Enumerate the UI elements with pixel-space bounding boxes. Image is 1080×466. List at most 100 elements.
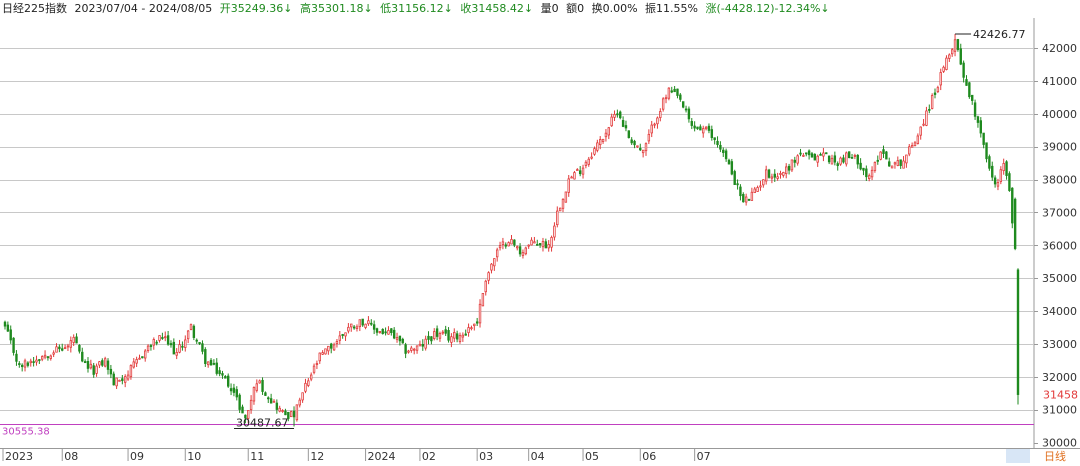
candle [733,169,736,185]
candle-body [867,175,871,179]
candle [610,113,613,127]
candle-body [985,142,988,160]
y-tick-label: 38000 [1042,174,1077,187]
candle [141,356,144,359]
candle-body [968,82,971,98]
y-tick-label: 34000 [1042,305,1077,318]
candle-body [639,147,642,151]
candle [415,345,419,354]
candle-body [776,176,779,179]
candle-body [3,321,7,327]
candle-body [853,155,857,157]
candle-body [15,353,18,362]
candle-body [312,365,316,373]
candle-body [928,108,931,111]
candle-body [115,377,118,387]
candle [790,159,794,173]
candle-body [616,113,619,116]
candle [255,379,259,393]
candle-body [129,365,133,378]
candle-body [495,249,499,258]
y-tick-label: 36000 [1042,239,1077,252]
candle [413,347,416,355]
candle [501,237,505,250]
candle-body [730,161,734,175]
candle [201,340,204,355]
candle [112,371,115,386]
candle [281,409,284,413]
candle-body [850,156,854,159]
candle [899,159,902,169]
candle-body [126,374,130,380]
candle [138,354,141,360]
candle [481,293,485,307]
candle [18,361,21,368]
last-price-label: 31458 [1043,389,1078,402]
candle-body [66,345,70,348]
candle [859,158,862,171]
candle [988,154,991,171]
candle [693,121,696,132]
candle [38,359,41,364]
candle-body [516,246,519,249]
candle-body [793,159,796,163]
candle [873,161,877,173]
candle-body [381,328,384,335]
candle [444,325,447,337]
candle-body [81,351,84,362]
candle-body [945,57,948,70]
candle [289,410,293,418]
candle [948,53,951,62]
candle-body [232,387,236,393]
candle-body [902,160,905,169]
candle [713,137,716,145]
x-tick-label: 10 [187,450,201,463]
candle-body [993,177,997,185]
candle-body [607,127,610,136]
candle-body [178,344,181,353]
candle [696,126,699,130]
candle [181,341,184,351]
candle [776,172,779,181]
candle [730,158,734,176]
candle [252,386,256,405]
candle [178,339,181,354]
candle-body [956,39,960,50]
candle [284,408,287,416]
candle [664,94,668,104]
candle-body [92,365,95,375]
candle [367,316,370,326]
candle-body [862,167,865,171]
candle-body [991,165,994,178]
candle-body [922,123,925,126]
candle-body [32,361,35,363]
candle-body [719,144,722,150]
candle-body [988,156,991,169]
candle-body [570,176,573,179]
candle-body [847,151,851,158]
candle-body [953,39,957,52]
candle-body [29,360,32,364]
x-tick-label: 2024 [368,450,396,463]
candle [739,184,742,201]
candle [747,198,751,202]
y-tick-label: 31000 [1042,404,1077,417]
candle [20,363,24,372]
candle-body [438,333,442,339]
candlestick-chart[interactable]: 30000 31000 32000 33000 34000 35000 36000 37000… [0,0,1080,466]
candle-body [415,345,419,351]
candle [681,101,685,109]
candle-body [20,364,24,368]
candle-body [98,361,101,366]
candle [484,279,487,296]
candle-body [704,126,708,130]
candle [26,361,30,368]
candle-body [742,194,745,203]
candle [653,122,656,129]
candle-body [255,383,259,391]
candle [659,108,662,122]
candle-body [387,330,390,335]
candle [301,392,304,403]
candle-body [865,168,868,178]
candle-body [876,159,879,162]
